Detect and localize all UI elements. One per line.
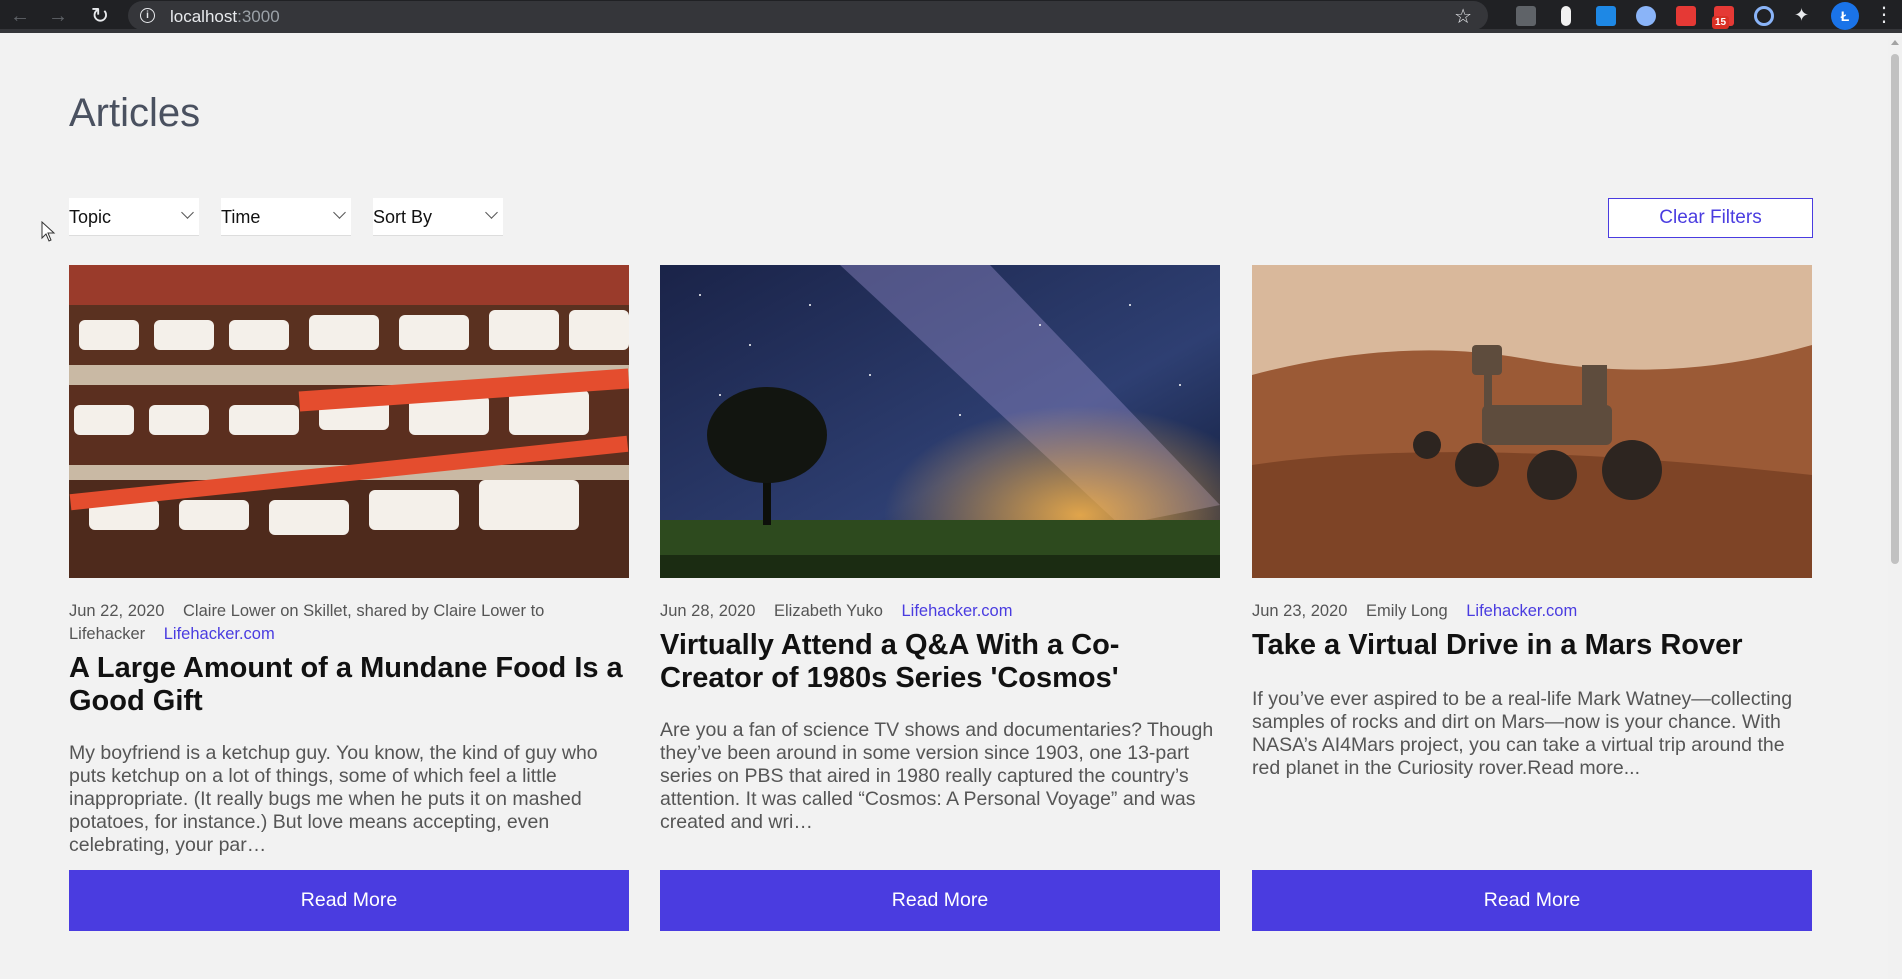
puzzle-extensions-icon[interactable]: ✦	[1794, 5, 1814, 25]
page-scrollbar[interactable]	[1888, 37, 1902, 979]
read-more-button[interactable]: Read More	[69, 870, 629, 931]
article-image[interactable]	[69, 265, 629, 578]
address-bar[interactable]: i localhost:3000 ☆	[128, 1, 1488, 30]
chevron-down-icon	[485, 206, 498, 219]
mouse-cursor-icon	[41, 221, 56, 242]
extension-icon[interactable]	[1596, 6, 1616, 26]
extension-icon[interactable]	[1516, 6, 1536, 26]
clear-filters-button[interactable]: Clear Filters	[1608, 198, 1813, 238]
chevron-down-icon	[333, 206, 346, 219]
article-card: Jun 23, 2020 Emily Long Lifehacker.com T…	[1252, 265, 1812, 931]
notification-badge: 15	[1712, 16, 1730, 29]
extension-icon[interactable]	[1754, 6, 1774, 26]
article-title[interactable]: Take a Virtual Drive in a Mars Rover	[1252, 629, 1812, 662]
topic-filter-label: Topic	[69, 207, 112, 227]
article-author: Emily Long	[1366, 602, 1448, 620]
article-summary: My boyfriend is a ketchup guy. You know,…	[69, 742, 598, 856]
forward-icon[interactable]: →	[45, 3, 71, 29]
article-source-link[interactable]: Lifehacker.com	[164, 625, 275, 643]
chevron-down-icon	[181, 206, 194, 219]
article-meta: Jun 23, 2020 Emily Long Lifehacker.com	[1252, 600, 1812, 623]
article-date: Jun 22, 2020	[69, 602, 165, 620]
browser-toolbar: ← → ↻ i localhost:3000 ☆ 15 ✦ Ł ⋮	[0, 0, 1902, 33]
article-source-link[interactable]: Lifehacker.com	[901, 602, 1012, 620]
article-meta: Jun 22, 2020 Claire Lower on Skillet, sh…	[69, 600, 629, 646]
article-summary: If you’ve ever aspired to be a real-life…	[1252, 688, 1793, 779]
extension-icon[interactable]	[1636, 6, 1656, 26]
time-filter-label: Time	[221, 207, 261, 227]
article-summary: Are you a fan of science TV shows and do…	[660, 719, 1214, 833]
time-filter-select[interactable]: Time	[221, 198, 351, 236]
topic-filter-select[interactable]: Topic	[69, 198, 199, 236]
article-title[interactable]: A Large Amount of a Mundane Food Is a Go…	[69, 652, 629, 718]
article-source-link[interactable]: Lifehacker.com	[1466, 602, 1577, 620]
read-more-button[interactable]: Read More	[660, 870, 1220, 931]
bookmark-star-icon[interactable]: ☆	[1454, 4, 1472, 29]
browser-menu-icon[interactable]: ⋮	[1874, 3, 1894, 27]
extension-icon[interactable]	[1561, 6, 1571, 26]
reload-icon[interactable]: ↻	[87, 3, 113, 29]
article-meta: Jun 28, 2020 Elizabeth Yuko Lifehacker.c…	[660, 600, 1220, 623]
article-author: Elizabeth Yuko	[774, 602, 883, 620]
profile-avatar[interactable]: Ł	[1831, 2, 1859, 30]
site-info-icon[interactable]: i	[140, 8, 155, 23]
scroll-up-icon[interactable]	[1891, 40, 1899, 45]
page-title: Articles	[69, 91, 201, 135]
article-title[interactable]: Virtually Attend a Q&A With a Co-Creator…	[660, 629, 1220, 695]
scrollbar-thumb[interactable]	[1891, 54, 1899, 564]
url-text[interactable]: localhost:3000	[170, 7, 280, 27]
article-card: Jun 22, 2020 Claire Lower on Skillet, sh…	[69, 265, 629, 931]
back-icon[interactable]: ←	[7, 3, 33, 29]
article-card: Jun 28, 2020 Elizabeth Yuko Lifehacker.c…	[660, 265, 1220, 931]
extension-icon[interactable]	[1676, 6, 1696, 26]
article-image[interactable]	[1252, 265, 1812, 578]
sort-by-label: Sort By	[373, 207, 433, 227]
article-date: Jun 23, 2020	[1252, 602, 1348, 620]
article-image[interactable]	[660, 265, 1220, 578]
read-more-button[interactable]: Read More	[1252, 870, 1812, 931]
sort-by-select[interactable]: Sort By	[373, 198, 503, 236]
article-date: Jun 28, 2020	[660, 602, 756, 620]
